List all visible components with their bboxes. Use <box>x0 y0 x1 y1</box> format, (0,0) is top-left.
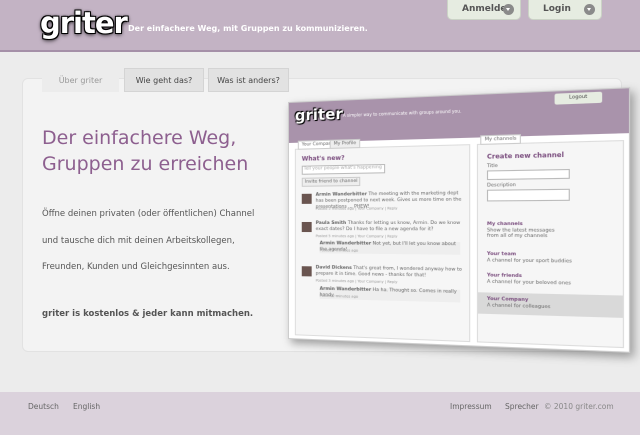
speaker-link[interactable]: Sprecher <box>505 402 539 411</box>
tab-about[interactable]: Über griter <box>42 68 119 92</box>
preview-avatar <box>302 194 312 204</box>
preview-channels-panel: My channels Create new channel Title Des… <box>477 140 624 348</box>
preview-tagline: A simpler way to communicate with groups… <box>343 108 462 118</box>
preview-channel-name: Your friends <box>487 273 522 279</box>
preview-channel-name: Your team <box>487 252 516 258</box>
intro-line-1: Öffne deinen privaten (oder öffentlichen… <box>42 209 254 219</box>
preview-title-label: Title <box>487 164 498 170</box>
page-headline: Der einfachere Weg, Gruppen zu erreichen <box>42 125 248 177</box>
login-label: Login <box>543 4 571 14</box>
preview-invite-button: Invite friend to channel <box>302 177 361 187</box>
intro-line-2: und tausche dich mit deinen Arbeitskolle… <box>42 236 235 246</box>
preview-post-meta: Posted 5 minutes ago | Your Company | Re… <box>316 234 398 238</box>
preview-tab-my-channels: My channels <box>480 134 521 145</box>
preview-logo: griter <box>295 105 343 125</box>
preview-channel-desc: Show the latest messages from all of my … <box>487 228 556 239</box>
preview-channel-desc: A channel for your sport buddies <box>487 258 579 265</box>
free-statement: griter is kostenlos & jeder kann mitmach… <box>42 309 253 319</box>
site-footer <box>0 392 640 435</box>
copyright: © 2010 griter.com <box>544 402 614 411</box>
preview-frame: griter A simpler way to communicate with… <box>288 87 630 353</box>
headline-line-1: Der einfachere Weg, <box>42 125 248 151</box>
preview-tab-profile: My Profile <box>330 139 361 149</box>
preview-logout-button: Logout <box>555 92 603 105</box>
preview-channel-name: Your Company <box>487 297 528 303</box>
app-preview-screenshot: griter A simpler way to communicate with… <box>288 87 628 361</box>
preview-post-meta: Posted 5 minutes ago | Your Company | Re… <box>316 206 398 211</box>
tab-how[interactable]: Wie geht das? <box>124 68 204 92</box>
preview-create-title: Create new channel <box>487 151 564 160</box>
chevron-down-icon <box>503 4 514 15</box>
preview-avatar <box>302 266 312 276</box>
register-button[interactable]: Anmelden <box>447 0 521 20</box>
language-german-link[interactable]: Deutsch <box>28 402 59 411</box>
preview-post-meta: Posted 3 minutes ago | Your Company | Re… <box>316 279 398 285</box>
preview-title-input <box>487 169 570 180</box>
preview-description-label: Description <box>487 183 516 189</box>
preview-reply-meta: Posted 3 minutes ago <box>320 248 358 252</box>
login-button[interactable]: Login <box>528 0 602 20</box>
headline-line-2: Gruppen zu erreichen <box>42 151 248 177</box>
language-english-link[interactable]: English <box>73 402 100 411</box>
intro-line-3: Freunden, Kunden und Gleichgesinnten aus… <box>42 262 230 272</box>
tab-different[interactable]: Was ist anders? <box>208 68 289 92</box>
preview-description-input <box>487 189 570 202</box>
preview-status-placeholder: Tell your people what's happening ... <box>304 165 384 177</box>
preview-channel-desc: A channel for your beloved ones <box>487 280 579 287</box>
preview-feed-panel: Your Company My Profile What's new? Tell… <box>295 144 470 342</box>
tagline: Der einfachere Weg, mit Gruppen zu kommu… <box>128 24 368 33</box>
preview-whats-new: What's new? <box>302 155 345 163</box>
preview-post: Paula Smith Thanks for letting us know, … <box>316 221 463 234</box>
preview-channel-name: My channels <box>487 222 523 227</box>
preview-channel-desc: A channel for colleagues <box>487 303 579 311</box>
site-header: griter Der einfachere Weg, mit Gruppen z… <box>0 0 640 52</box>
chevron-down-icon <box>584 4 595 15</box>
preview-avatar <box>302 222 312 232</box>
impressum-link[interactable]: Impressum <box>450 402 492 411</box>
preview-status-input: Tell your people what's happening ... <box>302 164 385 175</box>
griter-logo[interactable]: griter <box>40 6 127 40</box>
preview-channel-selected: Your Company A channel for colleagues <box>478 292 623 318</box>
